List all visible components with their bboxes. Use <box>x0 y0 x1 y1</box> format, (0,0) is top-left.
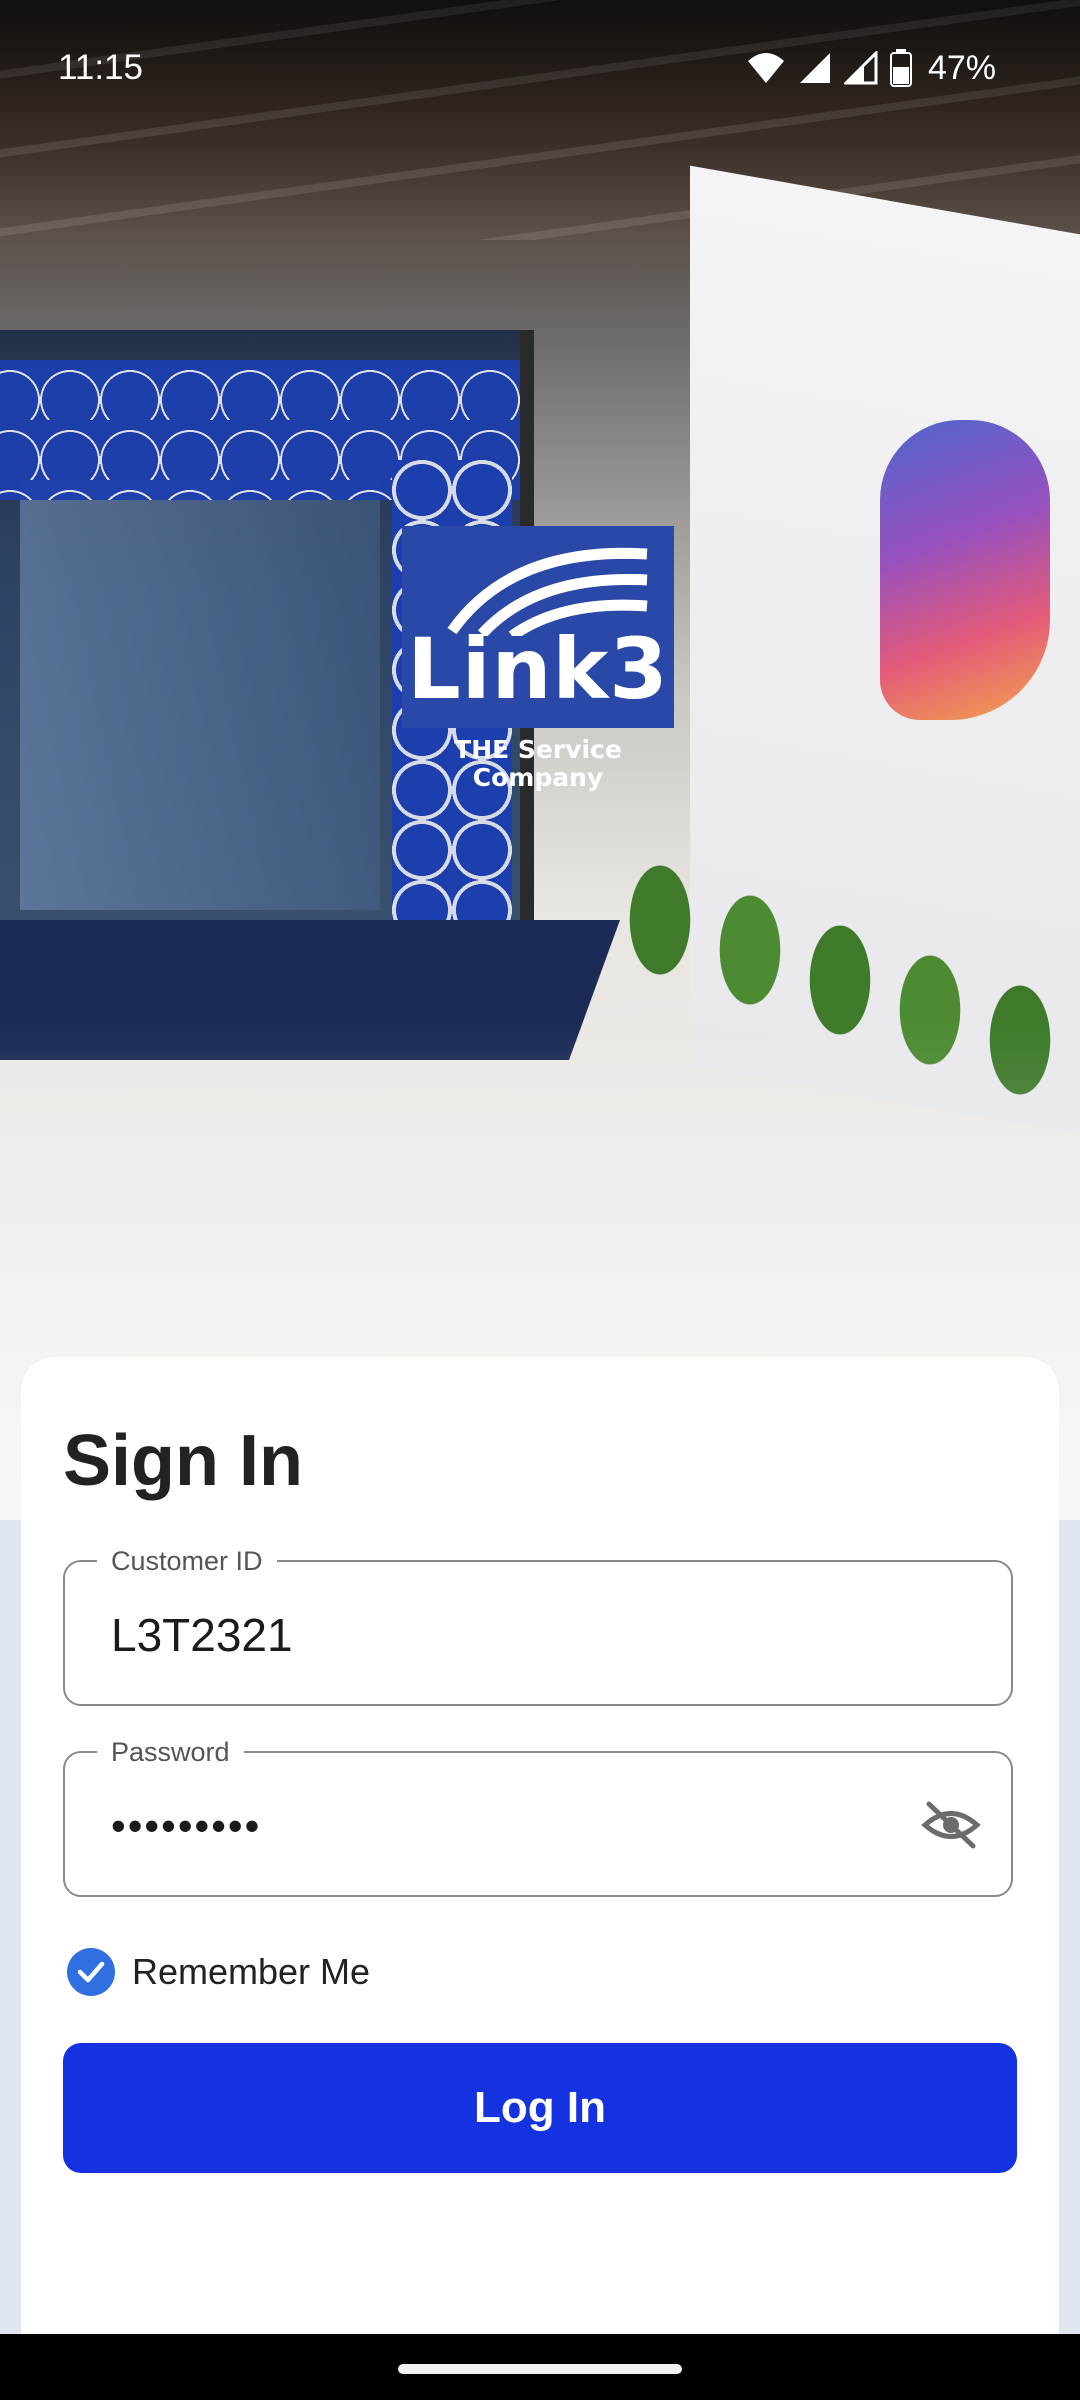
password-input[interactable]: ••••••••• <box>111 1799 261 1853</box>
glass-door <box>20 480 380 910</box>
wifi-icon <box>747 53 784 83</box>
remember-me-checkbox[interactable] <box>67 1948 115 1996</box>
password-field[interactable]: Password ••••••••• <box>63 1735 1013 1897</box>
remember-me-row[interactable]: Remember Me <box>67 1942 370 2002</box>
login-button[interactable]: Log In <box>63 2043 1017 2173</box>
signal-icon <box>843 51 878 85</box>
status-bar: 11:15 47% <box>0 0 1080 134</box>
signin-card: Sign In Customer ID L3T2321 Password •••… <box>21 1357 1059 2400</box>
battery-icon <box>889 49 912 87</box>
password-label: Password <box>97 1735 244 1769</box>
battery-percentage: 47% <box>927 49 996 87</box>
status-icons: 47% <box>746 46 996 90</box>
eye-off-icon <box>921 1801 981 1849</box>
remember-me-label: Remember Me <box>132 1951 371 1992</box>
logo-box: Link3 <box>402 526 674 728</box>
status-time: 11:15 <box>58 48 143 87</box>
wall-art-logo <box>880 420 1050 720</box>
navigation-bar <box>0 2334 1080 2400</box>
toggle-password-visibility-button[interactable] <box>919 1793 983 1857</box>
customer-id-field[interactable]: Customer ID L3T2321 <box>63 1544 1013 1706</box>
brand-logo: Link3 THE Service Company <box>402 526 674 792</box>
signal-icon <box>799 53 830 83</box>
check-icon <box>77 1961 105 1983</box>
customer-id-label: Customer ID <box>97 1544 277 1578</box>
logo-wordmark: Link3 <box>407 620 669 718</box>
customer-id-input[interactable]: L3T2321 <box>111 1608 293 1662</box>
logo-tagline: THE Service Company <box>454 735 622 792</box>
page-title: Sign In <box>63 1421 303 1501</box>
home-gesture-handle[interactable] <box>398 2364 682 2374</box>
